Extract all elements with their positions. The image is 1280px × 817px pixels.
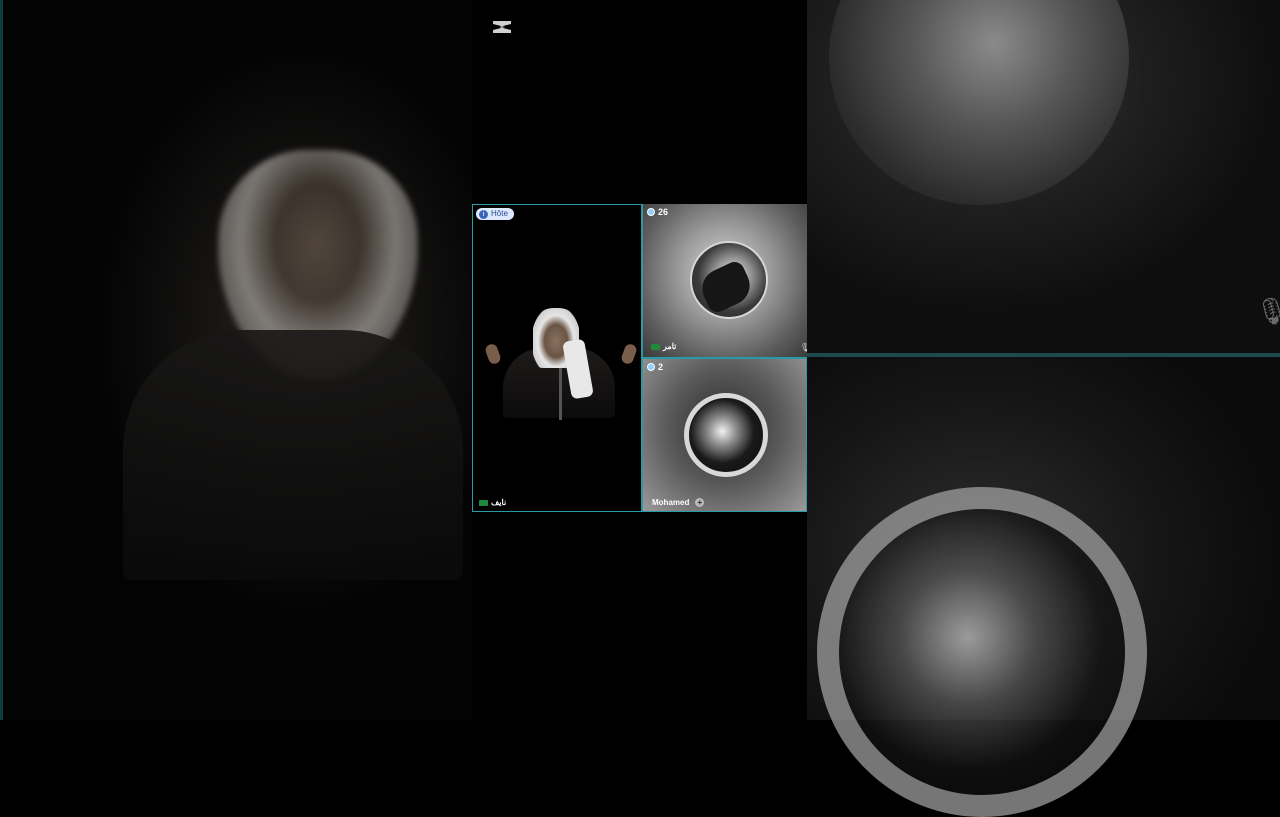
host-badge-label: Hôte (491, 209, 508, 218)
background-guest-top: 🎙 (807, 0, 1280, 353)
capcut-logo-icon (490, 16, 514, 38)
saudi-flag-icon (651, 343, 660, 350)
host-icon: i (479, 209, 488, 219)
host-video (481, 300, 639, 420)
guest-1-name: تامر (663, 342, 677, 351)
background-avatar-circle (829, 0, 1129, 205)
guest-2-name: Mohamed (652, 498, 690, 507)
guest-2-count: 2 (658, 362, 664, 372)
viewer-dot-icon (647, 208, 655, 216)
guest-2-count-badge: 2 (647, 362, 663, 372)
host-badge: i Hôte (476, 208, 514, 220)
mic-muted-icon: 🎙 (1255, 296, 1280, 326)
guest-1-name-tag: تامر (651, 342, 676, 351)
background-host-blur (0, 0, 472, 720)
saudi-flag-icon (479, 499, 488, 506)
background-avatar-ring (817, 487, 1147, 817)
guest-tile-2[interactable]: 2 Mohamed + (642, 358, 807, 512)
guest-1-avatar[interactable] (690, 241, 768, 319)
host-hand-left (483, 342, 503, 366)
mic-muted-icon: 🎙 (800, 343, 807, 352)
guest-2-name-tag: Mohamed + (652, 498, 705, 507)
guest-1-count-badge: 26 (647, 207, 668, 217)
host-name-tag: نايف (479, 498, 506, 507)
guest-tile-1[interactable]: 26 تامر 🎙 (642, 204, 807, 358)
guest-2-avatar[interactable] (684, 393, 768, 477)
background-guests-blur: 🎙 (807, 0, 1280, 817)
plus-icon[interactable]: + (695, 498, 705, 507)
host-hand-right (619, 342, 639, 366)
viewer-dot-icon (647, 363, 655, 371)
host-tile[interactable]: i Hôte نايف (472, 204, 642, 512)
background-guest-bottom (807, 357, 1280, 817)
guest-1-count: 26 (658, 207, 669, 217)
host-name: نايف (491, 498, 507, 507)
live-grid: i Hôte نايف 26 تامر 🎙 (472, 204, 807, 512)
guest-1-avatar-silhouette (695, 258, 757, 316)
background-host-body (123, 330, 463, 580)
